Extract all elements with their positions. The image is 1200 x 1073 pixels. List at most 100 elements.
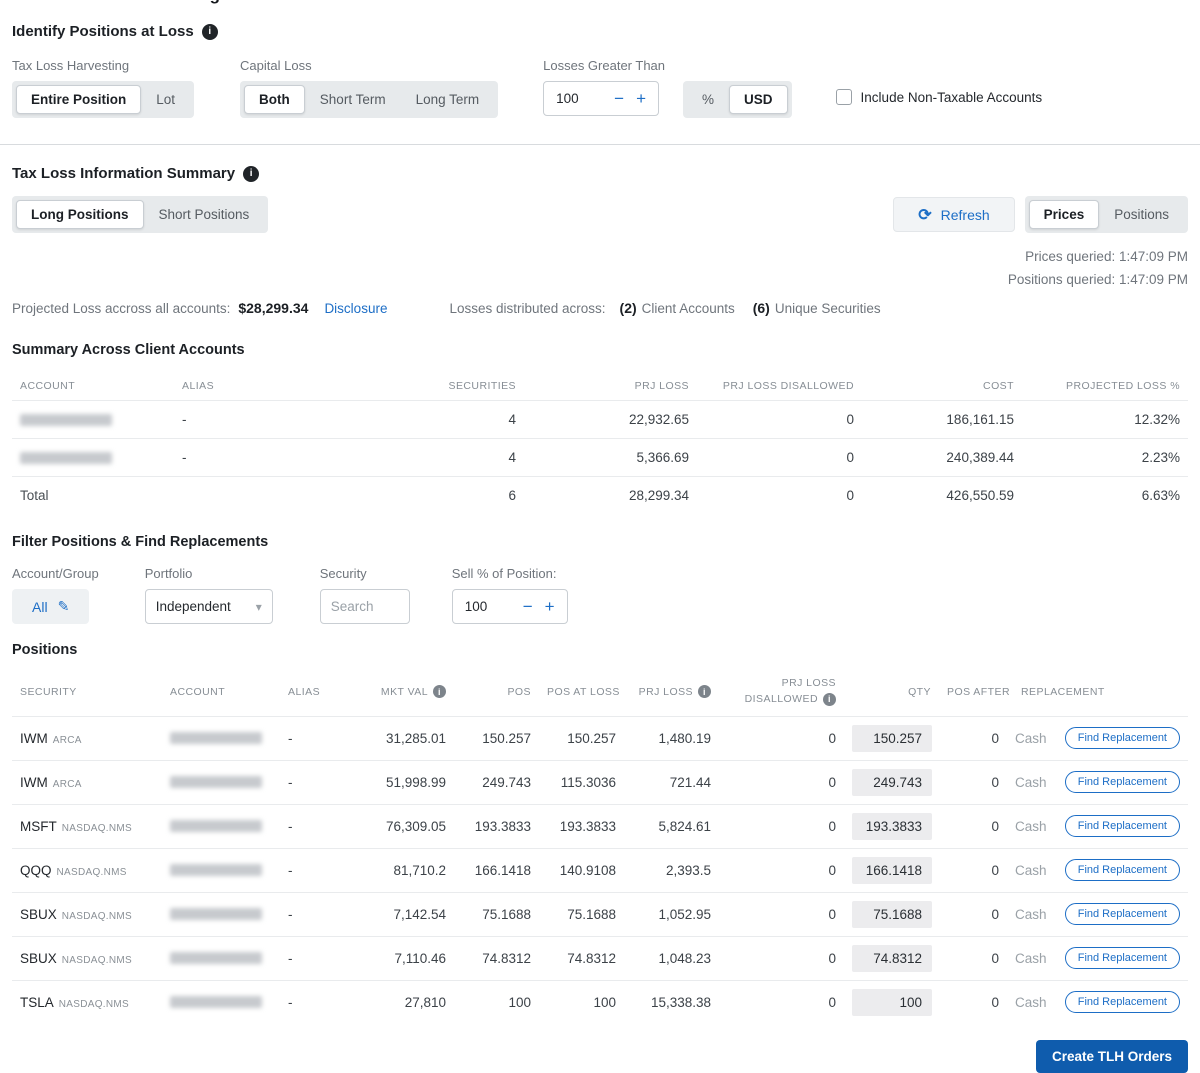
prj-loss-cell: 5,366.69 (524, 439, 697, 477)
losses-greater-label: Losses Greater Than (543, 58, 665, 73)
prj-loss-disallowed-cell: 0 (719, 892, 844, 936)
col-alias: ALIAS (174, 372, 364, 401)
refresh-button[interactable]: ⟳ Refresh (893, 197, 1014, 232)
info-icon[interactable]: i (433, 685, 446, 698)
losses-greater-input[interactable] (556, 91, 602, 106)
info-icon[interactable]: i (823, 693, 836, 706)
position-row: TSLANASDAQ.NMS - 27,810 100 100 15,338.3… (12, 980, 1188, 1024)
position-row: SBUXNASDAQ.NMS - 7,110.46 74.8312 74.831… (12, 936, 1188, 980)
qty-input[interactable] (852, 813, 932, 840)
pos-after-cell: 0 (939, 848, 1007, 892)
security-symbol: IWM (20, 731, 48, 746)
unit-usd[interactable]: USD (729, 85, 788, 114)
disclosure-link[interactable]: Disclosure (324, 301, 387, 316)
qty-input[interactable] (852, 945, 932, 972)
tab-short-positions[interactable]: Short Positions (144, 200, 265, 229)
security-exchange: NASDAQ.NMS (62, 823, 132, 834)
qty-input[interactable] (852, 989, 932, 1016)
tlh-mode-entire-position[interactable]: Entire Position (16, 85, 141, 114)
account-group-label: Account/Group (12, 566, 99, 581)
replacement-select[interactable]: Cash (1015, 731, 1047, 746)
redacted-account-number (170, 776, 262, 788)
alias-cell: - (280, 848, 342, 892)
col-security: SECURITY (12, 668, 162, 716)
client-accounts-count: (2) (620, 300, 637, 316)
find-replacement-button[interactable]: Find Replacement (1065, 947, 1180, 969)
alias-cell: - (280, 892, 342, 936)
capital-loss-both[interactable]: Both (244, 85, 305, 114)
pos-after-cell: 0 (939, 804, 1007, 848)
tab-long-positions[interactable]: Long Positions (16, 200, 144, 229)
summary-title-text: Tax Loss Information Summary (12, 165, 235, 182)
security-search-input[interactable] (320, 589, 410, 624)
decrement-icon[interactable]: − (523, 598, 533, 615)
info-icon[interactable]: i (243, 166, 259, 182)
projected-loss-pct-cell: 12.32% (1022, 401, 1188, 439)
total-label: Total (12, 477, 174, 515)
cost-total: 426,550.59 (862, 477, 1022, 515)
section-divider (0, 144, 1200, 145)
unit-percent[interactable]: % (687, 85, 729, 114)
security-filter: Security (320, 566, 410, 624)
tlh-page: Tax Loss Harvesting Identify Positions a… (0, 0, 1200, 1073)
positions-header-row: SECURITY ACCOUNT ALIAS MKT VALi POS POS … (12, 668, 1188, 716)
include-non-taxable-checkbox[interactable] (836, 89, 852, 105)
capital-loss-short-term[interactable]: Short Term (305, 85, 401, 114)
securities-cell: 4 (364, 439, 524, 477)
capital-loss-long-term[interactable]: Long Term (401, 85, 495, 114)
qty-input[interactable] (852, 901, 932, 928)
tab-positions[interactable]: Positions (1099, 200, 1184, 229)
col-account: ACCOUNT (162, 668, 280, 716)
account-group-value: All (32, 599, 48, 615)
decrement-icon[interactable]: − (614, 90, 624, 107)
qty-input[interactable] (852, 857, 932, 884)
mkt-val-cell: 31,285.01 (342, 716, 454, 760)
replacement-select[interactable]: Cash (1015, 907, 1047, 922)
portfolio-filter: Portfolio Independent ▾ (145, 566, 273, 624)
projected-loss-pct-cell: 2.23% (1022, 439, 1188, 477)
sell-pct-input[interactable] (465, 599, 511, 614)
replacement-select[interactable]: Cash (1015, 995, 1047, 1010)
qty-input[interactable] (852, 769, 932, 796)
tlh-mode-lot[interactable]: Lot (141, 85, 190, 114)
position-row: IWMARCA - 51,998.99 249.743 115.3036 721… (12, 760, 1188, 804)
projected-loss-label: Projected Loss accross all accounts: (12, 301, 230, 316)
info-icon[interactable]: i (202, 24, 218, 40)
prj-loss-cell: 22,932.65 (524, 401, 697, 439)
find-replacement-button[interactable]: Find Replacement (1065, 991, 1180, 1013)
replacement-select[interactable]: Cash (1015, 775, 1047, 790)
redacted-account-number (170, 908, 262, 920)
increment-icon[interactable]: + (636, 90, 646, 107)
increment-icon[interactable]: + (545, 598, 555, 615)
find-replacement-button[interactable]: Find Replacement (1065, 859, 1180, 881)
portfolio-dropdown[interactable]: Independent ▾ (145, 589, 273, 624)
projected-loss-value: $28,299.34 (238, 300, 308, 316)
capital-loss-label: Capital Loss (240, 58, 498, 73)
replacement-select[interactable]: Cash (1015, 819, 1047, 834)
find-replacement-button[interactable]: Find Replacement (1065, 815, 1180, 837)
replacement-select[interactable]: Cash (1015, 951, 1047, 966)
account-group-all-button[interactable]: All ✎ (12, 589, 89, 624)
create-tlh-orders-button[interactable]: Create TLH Orders (1036, 1040, 1188, 1073)
col-projected-loss-pct: PROJECTED LOSS % (1022, 372, 1188, 401)
tab-prices[interactable]: Prices (1029, 200, 1100, 229)
positions-section: Positions SECURITY ACCOUNT ALIAS MKT VAL… (12, 642, 1188, 1024)
tlh-mode-segmented: Entire Position Lot (12, 81, 194, 118)
securities-cell: 4 (364, 401, 524, 439)
identify-section-title: Identify Positions at Loss i (12, 23, 1188, 40)
refresh-label: Refresh (941, 207, 990, 223)
info-icon[interactable]: i (698, 685, 711, 698)
find-replacement-button[interactable]: Find Replacement (1065, 771, 1180, 793)
replacement-select[interactable]: Cash (1015, 863, 1047, 878)
qty-input[interactable] (852, 725, 932, 752)
position-row: QQQNASDAQ.NMS - 81,710.2 166.1418 140.91… (12, 848, 1188, 892)
alias-cell: - (280, 716, 342, 760)
cost-cell: 240,389.44 (862, 439, 1022, 477)
filters-section: Filter Positions & Find Replacements Acc… (12, 534, 1188, 624)
find-replacement-button[interactable]: Find Replacement (1065, 903, 1180, 925)
pos-cell: 166.1418 (454, 848, 539, 892)
find-replacement-button[interactable]: Find Replacement (1065, 727, 1180, 749)
unit-toggle-segmented: % USD (683, 81, 792, 118)
col-pos-after: POS AFTER (939, 668, 1007, 716)
pos-at-loss-cell: 74.8312 (539, 936, 624, 980)
